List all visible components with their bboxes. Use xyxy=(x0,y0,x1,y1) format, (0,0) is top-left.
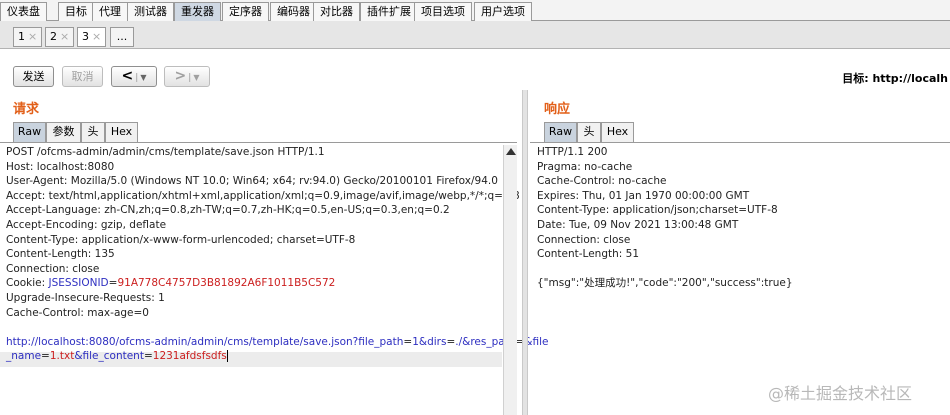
response-line: Date: Tue, 09 Nov 2021 13:00:48 GMT xyxy=(537,218,739,231)
body-param-name: &file_content xyxy=(74,350,144,363)
response-tab-raw[interactable]: Raw xyxy=(544,122,577,142)
new-tab-button[interactable]: ... xyxy=(110,27,134,47)
response-title: 响应 xyxy=(544,102,571,117)
body-eq: = xyxy=(446,335,456,348)
main-tab-bar: 仪表盘 目标 代理 测试器 重发器 定序器 编码器 对比器 插件扩展 项目选项 … xyxy=(0,0,950,21)
tab-target[interactable]: 目标 xyxy=(58,2,94,21)
dropdown-arrow-icon: ▼ xyxy=(140,73,147,82)
body-param-name: http://localhost:8080/ofcms-admin/admin/… xyxy=(6,335,404,348)
forward-button[interactable]: > | ▼ xyxy=(164,66,210,87)
watermark: @稀土掘金技术社区 xyxy=(768,384,913,403)
back-button[interactable]: < | ▼ xyxy=(111,66,157,87)
cancel-button[interactable]: 取消 xyxy=(62,66,103,87)
cookie-line: Cookie: JSESSIONID=91A778C4757D3B81892A6… xyxy=(6,276,503,291)
body-param-name: _name xyxy=(6,350,42,363)
response-tab-headers[interactable]: 头 xyxy=(577,122,601,142)
response-line: Connection: close xyxy=(537,233,631,246)
panel-splitter[interactable] xyxy=(522,90,528,415)
request-tab-hex[interactable]: Hex xyxy=(105,122,138,142)
request-line: Accept-Encoding: gzip, deflate xyxy=(6,218,167,231)
response-body-line: {"msg":"处理成功!","code":"200","success":tr… xyxy=(537,277,793,290)
request-line: Cache-Control: max-age=0 xyxy=(6,306,149,319)
request-title: 请求 xyxy=(13,102,40,117)
request-tab-raw[interactable]: Raw xyxy=(13,122,46,142)
body-param-value: 1 xyxy=(412,335,419,348)
response-editor[interactable]: HTTP/1.1 200 Pragma: no-cache Cache-Cont… xyxy=(537,145,947,291)
tab-sequencer[interactable]: 定序器 xyxy=(222,2,269,21)
body-param-value: 1.txt xyxy=(49,350,75,363)
request-line: Accept-Language: zh-CN,zh;q=0.8,zh-TW;q=… xyxy=(6,204,450,217)
separator: | xyxy=(135,73,139,83)
target-label[interactable]: 目标: http://localh xyxy=(842,70,948,86)
cookie-value: 91A778C4757D3B81892A6F1011B5C572 xyxy=(117,277,336,290)
repeater-tab-label: 2 xyxy=(50,30,57,43)
response-line: Expires: Thu, 01 Jan 1970 00:00:00 GMT xyxy=(537,189,750,202)
repeater-tab-strip: 1 × 2 × 3 × ... xyxy=(0,21,950,49)
cookie-label: Cookie: xyxy=(6,277,49,290)
tab-decoder[interactable]: 编码器 xyxy=(270,2,317,21)
request-line: Host: localhost:8080 xyxy=(6,160,115,173)
request-scrollbar[interactable] xyxy=(503,145,517,415)
tab-user-options[interactable]: 用户选项 xyxy=(474,2,532,21)
tab-proxy[interactable]: 代理 xyxy=(92,2,128,21)
send-button[interactable]: 发送 xyxy=(13,66,54,87)
body-param-value: 1231afdsfsdfs xyxy=(152,350,227,363)
scroll-up-icon[interactable] xyxy=(506,148,516,155)
body-eq: = xyxy=(41,350,50,363)
response-line: Content-Type: application/json;charset=U… xyxy=(537,204,778,217)
text-cursor xyxy=(226,350,228,363)
request-line: Upgrade-Insecure-Requests: 1 xyxy=(6,291,165,304)
chevron-right-icon: > xyxy=(174,68,187,84)
response-panel-border xyxy=(530,142,950,143)
dropdown-arrow-icon: ▼ xyxy=(193,73,200,82)
request-line: Connection: close xyxy=(6,262,100,275)
tab-project-options[interactable]: 项目选项 xyxy=(414,2,472,21)
request-body-line: _name=1.txt&file_content=1231afdsfsdfs xyxy=(6,349,503,364)
repeater-tab-1[interactable]: 1 × xyxy=(13,27,43,47)
body-eq: = xyxy=(143,350,153,363)
chevron-left-icon: < xyxy=(121,68,134,84)
request-panel-border xyxy=(0,142,517,143)
request-line: Content-Length: 135 xyxy=(6,248,115,261)
cookie-name: JSESSIONID xyxy=(48,277,109,290)
response-line: Cache-Control: no-cache xyxy=(537,175,667,188)
repeater-tab-3[interactable]: 3 × xyxy=(77,27,107,47)
request-line: Accept: text/html,application/xhtml+xml,… xyxy=(6,189,520,202)
request-line: User-Agent: Mozilla/5.0 (Windows NT 10.0… xyxy=(6,175,498,188)
response-line: HTTP/1.1 200 xyxy=(537,146,608,158)
body-param-name: &dirs xyxy=(418,335,447,348)
tab-intruder[interactable]: 测试器 xyxy=(127,2,174,21)
tab-extender[interactable]: 插件扩展 xyxy=(360,2,418,21)
request-body-line: http://localhost:8080/ofcms-admin/admin/… xyxy=(6,335,548,350)
close-icon[interactable]: × xyxy=(28,30,37,43)
repeater-tab-label: 3 xyxy=(82,30,89,43)
close-icon[interactable]: × xyxy=(60,30,69,43)
request-editor[interactable]: POST /ofcms-admin/admin/cms/template/sav… xyxy=(6,145,548,364)
repeater-tab-2[interactable]: 2 × xyxy=(45,27,75,47)
body-eq: = xyxy=(403,335,413,348)
request-tab-headers[interactable]: 头 xyxy=(81,122,105,142)
separator: | xyxy=(188,73,192,83)
request-tab-params[interactable]: 参数 xyxy=(46,122,81,142)
close-icon[interactable]: × xyxy=(92,30,101,43)
request-line: POST /ofcms-admin/admin/cms/template/sav… xyxy=(6,146,325,158)
response-line xyxy=(537,262,947,277)
tab-comparer[interactable]: 对比器 xyxy=(313,2,360,21)
tab-repeater[interactable]: 重发器 xyxy=(174,2,221,21)
request-line: Content-Type: application/x-www-form-url… xyxy=(6,233,356,246)
repeater-tab-label: 1 xyxy=(18,30,25,43)
tab-dashboard[interactable]: 仪表盘 xyxy=(0,2,47,21)
response-line: Pragma: no-cache xyxy=(537,160,633,173)
response-tab-hex[interactable]: Hex xyxy=(601,122,634,142)
response-line: Content-Length: 51 xyxy=(537,248,640,261)
